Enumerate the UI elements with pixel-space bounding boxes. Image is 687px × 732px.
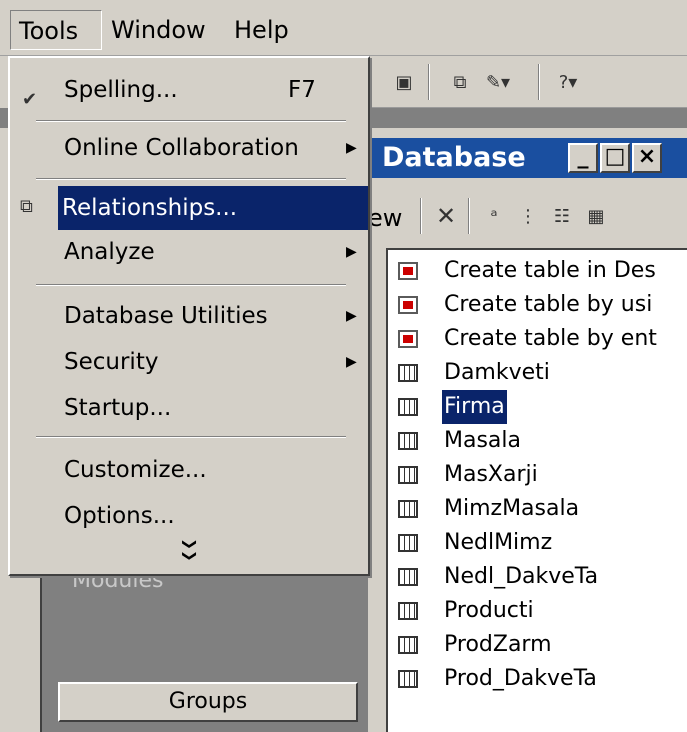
submenu-arrow-icon: ▶ [346,140,357,156]
relationships-icon: ⧉ [20,196,33,217]
properties-icon[interactable]: ▣ [388,66,420,98]
wizard-icon [398,296,418,314]
list-view-icon[interactable]: ☷ [546,200,578,232]
tools-dropdown-menu: ✔ Spelling... F7 Online Collaboration ▶ … [8,56,370,576]
table-icon [398,364,418,382]
list-item[interactable]: Masala [398,424,687,458]
list-item-selected[interactable]: Firma [398,390,687,424]
table-icon [398,500,418,518]
table-icon [398,602,418,620]
database-title: Database [382,142,526,173]
new-object-icon[interactable]: ✎▾ [482,66,514,98]
details-view-icon[interactable]: ▦ [580,200,612,232]
wizard-icon [398,262,418,280]
menu-item-database-utilities[interactable]: Database Utilities ▶ [12,294,368,338]
toolbar: ▣ ⧉ ✎▾ ?▾ [368,56,687,108]
toolbar-separator [538,64,540,100]
minimize-button[interactable]: _ [568,143,598,173]
menu-tools[interactable]: Tools [10,10,102,50]
database-window: Database _ □ × ew ✕ ᵃ ⋮ ☷ ▦ Create table… [368,128,687,732]
table-icon [398,568,418,586]
large-icons-icon[interactable]: ᵃ [478,200,510,232]
toolbar-separator [428,64,430,100]
menu-help[interactable]: Help [226,10,297,50]
submenu-arrow-icon: ▶ [346,308,357,324]
close-button[interactable]: × [632,143,662,173]
menu-item-spelling[interactable]: ✔ Spelling... F7 [12,68,368,112]
toolbar-separator [468,198,470,234]
table-icon [398,466,418,484]
menu-item-online-collaboration[interactable]: Online Collaboration ▶ [12,126,368,170]
menu-item-customize[interactable]: Customize... [12,448,368,492]
table-icon [398,398,418,416]
menu-item-options[interactable]: Options... [12,494,368,538]
shortcut-label: F7 [288,77,316,103]
list-item[interactable]: Nedl_DakveTa [398,560,687,594]
table-icon [398,670,418,688]
maximize-button[interactable]: □ [600,143,630,173]
menu-item-relationships[interactable]: Relationships... [58,186,368,230]
list-item[interactable]: MasXarji [398,458,687,492]
wizard-icon [398,330,418,348]
list-item[interactable]: Producti [398,594,687,628]
menu-separator [36,178,346,180]
spelling-icon: ✔ [22,89,38,110]
object-list: Create table in Des Create table by usi … [386,248,687,732]
list-item[interactable]: Create table in Des [398,254,687,288]
list-item[interactable]: ProdZarm [398,628,687,662]
help-icon[interactable]: ?▾ [552,66,584,98]
menu-item-startup[interactable]: Startup... [12,386,368,430]
table-icon [398,534,418,552]
relationships-toolbar-icon[interactable]: ⧉ [444,66,476,98]
menu-window[interactable]: Window [103,10,214,50]
menu-bar: Tools Window Help [0,0,687,56]
database-toolbar: ew ✕ ᵃ ⋮ ☷ ▦ [368,190,687,244]
submenu-arrow-icon: ▶ [346,244,357,260]
list-item[interactable]: Damkveti [398,356,687,390]
table-icon [398,636,418,654]
submenu-arrow-icon: ▶ [346,354,357,370]
table-icon [398,432,418,450]
list-item[interactable]: NedlMimz [398,526,687,560]
small-icons-icon[interactable]: ⋮ [512,200,544,232]
chevron-double-down-icon[interactable]: ❯❯ [182,538,198,561]
list-item[interactable]: Create table by usi [398,288,687,322]
list-item[interactable]: Create table by ent [398,322,687,356]
menu-separator [36,284,346,286]
new-button-label[interactable]: ew [368,198,402,238]
menu-item-analyze[interactable]: Analyze ▶ [12,230,368,274]
menu-separator [36,436,346,438]
list-item[interactable]: Prod_DakveTa [398,662,687,696]
list-item[interactable]: MimzMasala [398,492,687,526]
menu-item-security[interactable]: Security ▶ [12,340,368,384]
groups-button[interactable]: Groups [58,682,358,722]
toolbar-separator [420,198,422,234]
menu-separator [36,120,346,122]
delete-icon[interactable]: ✕ [430,200,462,232]
